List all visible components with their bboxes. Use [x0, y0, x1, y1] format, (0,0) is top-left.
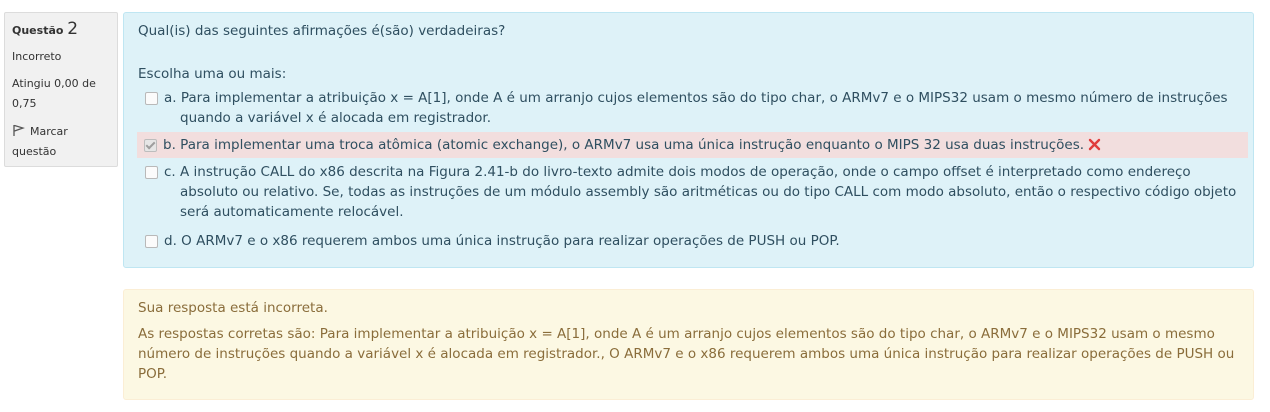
question-label: Questão — [12, 24, 64, 37]
answer-checkbox-b[interactable] — [144, 139, 157, 152]
x-mark-icon — [1088, 138, 1101, 151]
question-number: Questão 2 — [12, 19, 110, 41]
answer-option-d[interactable]: d. O ARMv7 e o x86 requerem ambos uma ún… — [138, 231, 1247, 251]
option-text-c: A instrução CALL do x86 descrita na Figu… — [180, 164, 1237, 220]
answer-checkbox-d[interactable] — [145, 235, 158, 248]
question-number-value: 2 — [67, 19, 79, 39]
answer-checkbox-a[interactable] — [145, 92, 158, 105]
option-text-a: Para implementar a atribuição x = A[1], … — [180, 90, 1228, 126]
question-text: Qual(is) das seguintes afirmações é(são)… — [138, 23, 506, 39]
option-letter-c: c. — [164, 164, 176, 180]
question-formulation: Qual(is) das seguintes afirmações é(são)… — [123, 12, 1254, 268]
question-grade: Atingiu 0,00 de 0,75 — [12, 77, 96, 110]
option-letter-d: d. — [164, 233, 177, 249]
question-info-panel: Questão 2 Incorreto Atingiu 0,00 de 0,75… — [4, 12, 118, 167]
correct-answers-text: As respostas corretas são: Para implemen… — [138, 326, 1235, 382]
option-letter-a: a. — [164, 90, 177, 106]
feedback-status: Sua resposta está incorreta. — [138, 300, 328, 316]
answer-option-b[interactable]: b. Para implementar uma troca atômica (a… — [137, 132, 1248, 158]
feedback-panel: Sua resposta está incorreta. As resposta… — [123, 289, 1254, 400]
option-letter-b: b. — [163, 137, 176, 153]
answer-option-c[interactable]: c. A instrução CALL do x86 descrita na F… — [138, 162, 1247, 222]
question-state: Incorreto — [12, 50, 62, 63]
answer-option-a[interactable]: a. Para implementar a atribuição x = A[1… — [138, 88, 1247, 128]
option-text-d: O ARMv7 e o x86 requerem ambos uma única… — [181, 233, 840, 249]
flag-question-link[interactable]: Marcar questão — [12, 122, 110, 162]
flag-icon — [13, 124, 25, 136]
answer-checkbox-c[interactable] — [145, 166, 158, 179]
answer-prompt: Escolha uma ou mais: — [138, 66, 287, 82]
option-text-b: Para implementar uma troca atômica (atom… — [180, 137, 1085, 153]
